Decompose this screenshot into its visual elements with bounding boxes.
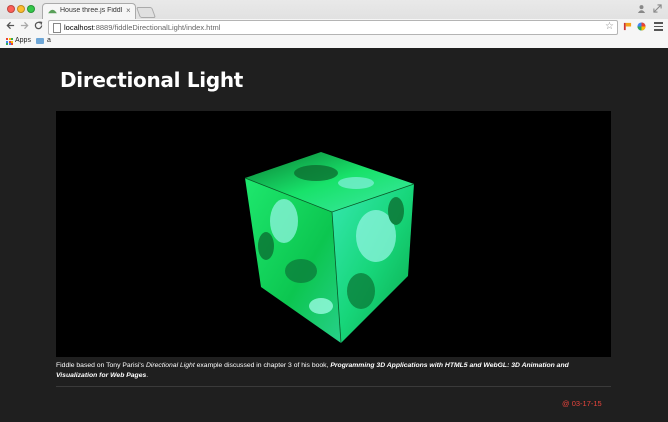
rendered-cube bbox=[244, 152, 415, 344]
toolbar: localhost:8889/fiddleDirectionalLight/in… bbox=[0, 19, 668, 36]
browser-chrome: House three.js Fiddle – fi × localhost:8… bbox=[0, 0, 668, 48]
post-date: @ 03-17-15 bbox=[562, 399, 602, 408]
tab-active[interactable]: House three.js Fiddle – fi × bbox=[42, 3, 136, 20]
bookmarks-bar: Apps a bbox=[0, 36, 668, 48]
url-host: localhost bbox=[64, 23, 94, 32]
fullscreen-icon[interactable] bbox=[653, 4, 662, 15]
caption: Fiddle based on Tony Parisi's Directiona… bbox=[56, 361, 606, 381]
bookmark-star-icon[interactable]: ☆ bbox=[605, 21, 614, 32]
apps-icon[interactable] bbox=[6, 38, 13, 45]
menu-icon[interactable] bbox=[654, 22, 663, 33]
address-bar[interactable]: localhost:8889/fiddleDirectionalLight/in… bbox=[48, 20, 618, 35]
forward-icon[interactable] bbox=[20, 21, 29, 34]
page-title: Directional Light bbox=[60, 68, 244, 92]
bookmark-apps[interactable]: Apps bbox=[15, 37, 31, 44]
tab-strip: House three.js Fiddle – fi × bbox=[0, 0, 668, 20]
favicon-icon bbox=[48, 9, 57, 14]
extension-flag-icon[interactable] bbox=[623, 22, 632, 31]
divider bbox=[56, 386, 611, 387]
caption-prefix: Fiddle based on Tony Parisi's bbox=[56, 362, 146, 369]
extension-color-icon[interactable] bbox=[637, 22, 646, 31]
bookmark-folder-a[interactable]: a bbox=[47, 37, 51, 44]
reload-icon[interactable] bbox=[34, 21, 43, 34]
back-icon[interactable] bbox=[6, 21, 15, 34]
caption-suffix: . bbox=[146, 372, 149, 379]
profile-icon[interactable] bbox=[637, 4, 646, 15]
new-tab-button[interactable] bbox=[135, 7, 157, 18]
close-window-button[interactable] bbox=[7, 5, 15, 13]
zoom-window-button[interactable] bbox=[27, 5, 35, 13]
url-text[interactable]: localhost:8889/fiddleDirectionalLight/in… bbox=[64, 23, 220, 32]
page-icon bbox=[53, 23, 61, 33]
folder-icon[interactable] bbox=[36, 38, 44, 44]
caption-middle: example discussed in chapter 3 of his bo… bbox=[194, 362, 331, 369]
minimize-window-button[interactable] bbox=[17, 5, 25, 13]
tab-close-icon[interactable]: × bbox=[126, 6, 131, 16]
tab-title: House three.js Fiddle – fi bbox=[60, 7, 122, 14]
webgl-canvas[interactable] bbox=[56, 111, 611, 357]
url-path: :8889/fiddleDirectionalLight/index.html bbox=[93, 23, 221, 32]
caption-example-title: Directional Light bbox=[145, 362, 195, 369]
